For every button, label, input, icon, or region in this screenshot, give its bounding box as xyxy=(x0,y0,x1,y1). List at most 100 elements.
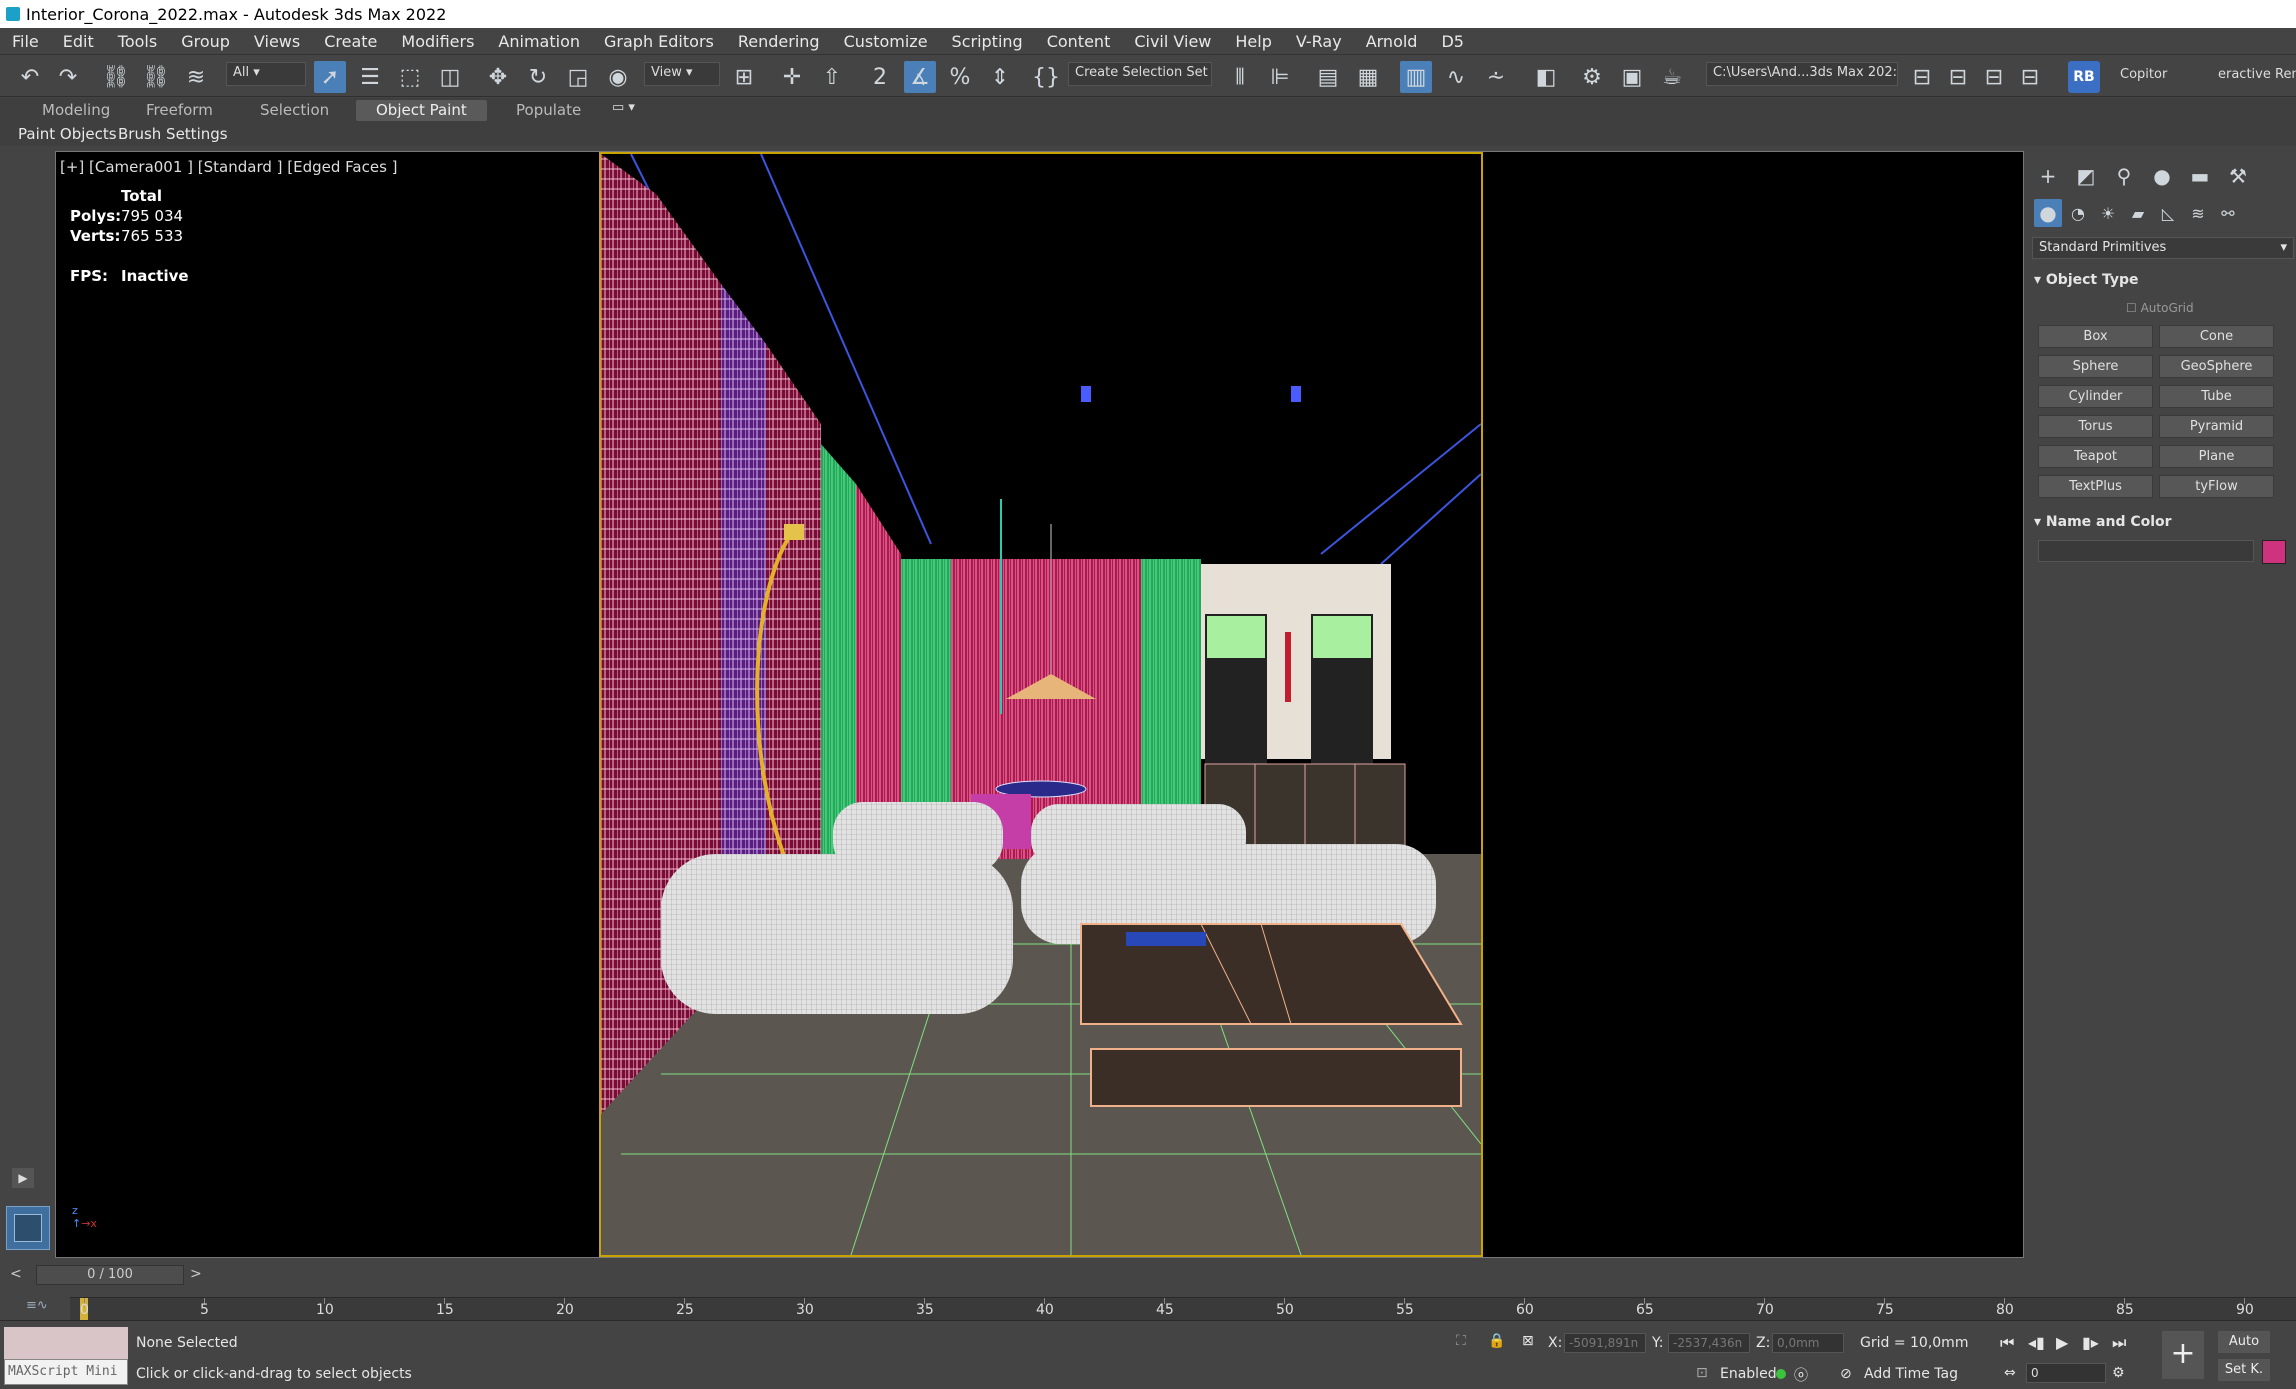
current-frame-field[interactable]: 0 xyxy=(2026,1363,2106,1383)
paint-objects-panel[interactable]: Paint Objects xyxy=(18,125,117,143)
render-setup-icon[interactable]: ⚙ xyxy=(1576,61,1608,93)
play-icon[interactable]: ▶ xyxy=(2056,1333,2068,1352)
tyflow-button[interactable]: tyFlow xyxy=(2159,475,2274,498)
menu-file[interactable]: File xyxy=(0,32,51,51)
menu-scripting[interactable]: Scripting xyxy=(940,32,1035,51)
rendered-frame-window-icon[interactable]: ▣ xyxy=(1616,61,1648,93)
selection-lock-icon[interactable]: 🔒 xyxy=(1488,1333,1505,1349)
edit-named-selection-icon[interactable]: {} xyxy=(1030,61,1062,93)
menu-customize[interactable]: Customize xyxy=(832,32,940,51)
place-icon[interactable]: ◉ xyxy=(602,61,634,93)
next-frame-icon[interactable]: > xyxy=(190,1266,202,1282)
selection-filter-dropdown[interactable]: All ▾ xyxy=(226,62,306,86)
mirror-icon[interactable]: ⫴ xyxy=(1224,61,1256,93)
teapot-button[interactable]: Teapot xyxy=(2038,445,2153,468)
modify-tab-icon[interactable]: ◩ xyxy=(2072,162,2100,190)
rb-plugin-button[interactable]: RB xyxy=(2068,61,2100,93)
auto-key-button[interactable]: Auto xyxy=(2218,1331,2270,1353)
unlink-icon[interactable]: ⛓ xyxy=(140,61,172,93)
menu-help[interactable]: Help xyxy=(1223,32,1283,51)
scene-explorer-icon[interactable]: ▤ xyxy=(1312,61,1344,93)
menu-group[interactable]: Group xyxy=(169,32,242,51)
plane-button[interactable]: Plane xyxy=(2159,445,2274,468)
redo-icon[interactable]: ↷ xyxy=(52,61,84,93)
snaps-toggle-icon[interactable]: 2 xyxy=(864,61,896,93)
add-time-tag-icon[interactable]: ⊘ xyxy=(1840,1366,1852,1382)
goto-start-icon[interactable]: ⏮ xyxy=(2000,1333,2014,1353)
viewport-label[interactable]: [+] [Camera001 ] [Standard ] [Edged Face… xyxy=(60,158,398,176)
add-time-tag-label[interactable]: Add Time Tag xyxy=(1864,1366,1958,1382)
tube-button[interactable]: Tube xyxy=(2159,385,2274,408)
sphere-button[interactable]: Sphere xyxy=(2038,355,2153,378)
time-config-icon[interactable]: ⚙ xyxy=(2112,1365,2125,1381)
tab-populate[interactable]: Populate xyxy=(496,100,601,121)
safe-frame-render-area[interactable] xyxy=(599,152,1483,1257)
angle-snap-icon[interactable]: ∡ xyxy=(904,61,936,93)
pyramid-button[interactable]: Pyramid xyxy=(2159,415,2274,438)
menu-arnold[interactable]: Arnold xyxy=(1354,32,1430,51)
menu-vray[interactable]: V-Ray xyxy=(1284,32,1354,51)
brush-settings-panel[interactable]: Brush Settings xyxy=(118,125,228,143)
align-icon[interactable]: ⊫ xyxy=(1264,61,1296,93)
z-coordinate-field[interactable]: 0,0mm xyxy=(1772,1333,1844,1353)
cone-button[interactable]: Cone xyxy=(2159,325,2274,348)
next-key-icon[interactable]: ▮▸ xyxy=(2082,1333,2099,1352)
viewport-layout-icon[interactable] xyxy=(6,1206,50,1250)
goto-end-icon[interactable]: ⏭ xyxy=(2112,1333,2126,1353)
tab-modeling[interactable]: Modeling xyxy=(22,100,130,121)
object-type-rollout-header[interactable]: ▾ Object Type xyxy=(2034,272,2290,288)
geometry-icon[interactable]: ● xyxy=(2034,199,2062,227)
project-folder-dropdown[interactable]: C:\Users\And...3ds Max 202: ▾ xyxy=(1706,62,1898,86)
link-icon[interactable]: ⛓ xyxy=(100,61,132,93)
menu-create[interactable]: Create xyxy=(312,32,389,51)
tab-selection[interactable]: Selection xyxy=(240,100,349,121)
workspace-icon[interactable]: ⊟ xyxy=(2014,61,2046,93)
move-icon[interactable]: ✥ xyxy=(482,61,514,93)
box-button[interactable]: Box xyxy=(2038,325,2153,348)
select-by-name-icon[interactable]: ☰ xyxy=(354,61,386,93)
menu-modifiers[interactable]: Modifiers xyxy=(389,32,486,51)
window-crossing-icon[interactable]: ◫ xyxy=(434,61,466,93)
create-tab-icon[interactable]: + xyxy=(2034,162,2062,190)
time-slider[interactable]: 0 / 100 xyxy=(36,1265,184,1285)
key-mode-icon[interactable]: ⇔ xyxy=(2004,1365,2016,1381)
camera-viewport[interactable]: [+] [Camera001 ] [Standard ] [Edged Face… xyxy=(55,151,2024,1258)
new-key-icon[interactable]: + xyxy=(2162,1331,2204,1379)
object-name-input[interactable] xyxy=(2038,540,2254,562)
named-selection-set-dropdown[interactable]: Create Selection Set ▾ xyxy=(1068,62,1212,86)
adaptive-degradation-icon[interactable]: ⊡ xyxy=(1696,1365,1708,1381)
torus-button[interactable]: Torus xyxy=(2038,415,2153,438)
rotate-icon[interactable]: ↻ xyxy=(522,61,554,93)
interactive-render-button[interactable]: eractive Rend xyxy=(2218,67,2296,82)
absolute-mode-icon[interactable]: ⊠ xyxy=(1522,1333,1534,1349)
maxscript-listener[interactable]: MAXScript Mini xyxy=(4,1327,128,1385)
menu-views[interactable]: Views xyxy=(242,32,312,51)
maxscript-mini-input[interactable]: MAXScript Mini xyxy=(4,1359,128,1385)
undo-icon[interactable]: ↶ xyxy=(14,61,46,93)
utilities-tab-icon[interactable]: ⚒ xyxy=(2224,162,2252,190)
menu-animation[interactable]: Animation xyxy=(486,32,592,51)
tab-freeform[interactable]: Freeform xyxy=(126,100,233,121)
lights-icon[interactable]: ☀ xyxy=(2094,199,2122,227)
menu-rendering[interactable]: Rendering xyxy=(726,32,832,51)
cameras-icon[interactable]: ▰ xyxy=(2124,199,2152,227)
set-key-button[interactable]: Set K. xyxy=(2218,1359,2270,1381)
tab-object-paint[interactable]: Object Paint xyxy=(356,100,487,121)
menu-edit[interactable]: Edit xyxy=(51,32,106,51)
cylinder-button[interactable]: Cylinder xyxy=(2038,385,2153,408)
systems-icon[interactable]: ⚯ xyxy=(2214,199,2242,227)
hierarchy-tab-icon[interactable]: ⚲ xyxy=(2110,162,2138,190)
category-dropdown[interactable]: Standard Primitives ▾ xyxy=(2032,237,2294,259)
bind-space-warp-icon[interactable]: ≋ xyxy=(180,61,212,93)
motion-tab-icon[interactable]: ● xyxy=(2148,162,2176,190)
layer-explorer-icon[interactable]: ▦ xyxy=(1352,61,1384,93)
object-color-swatch[interactable] xyxy=(2262,540,2286,564)
shapes-icon[interactable]: ◔ xyxy=(2064,199,2092,227)
scale-icon[interactable]: ◲ xyxy=(562,61,594,93)
autogrid-checkbox[interactable]: ☐ AutoGrid xyxy=(2126,301,2194,315)
name-color-rollout-header[interactable]: ▾ Name and Color xyxy=(2034,514,2290,530)
prev-frame-icon[interactable]: < xyxy=(10,1266,22,1282)
project-folder-icon[interactable]: ⊟ xyxy=(1906,61,1938,93)
rectangular-selection-icon[interactable]: ⬚ xyxy=(394,61,426,93)
x-coordinate-field[interactable]: -5091,891n xyxy=(1564,1333,1646,1353)
